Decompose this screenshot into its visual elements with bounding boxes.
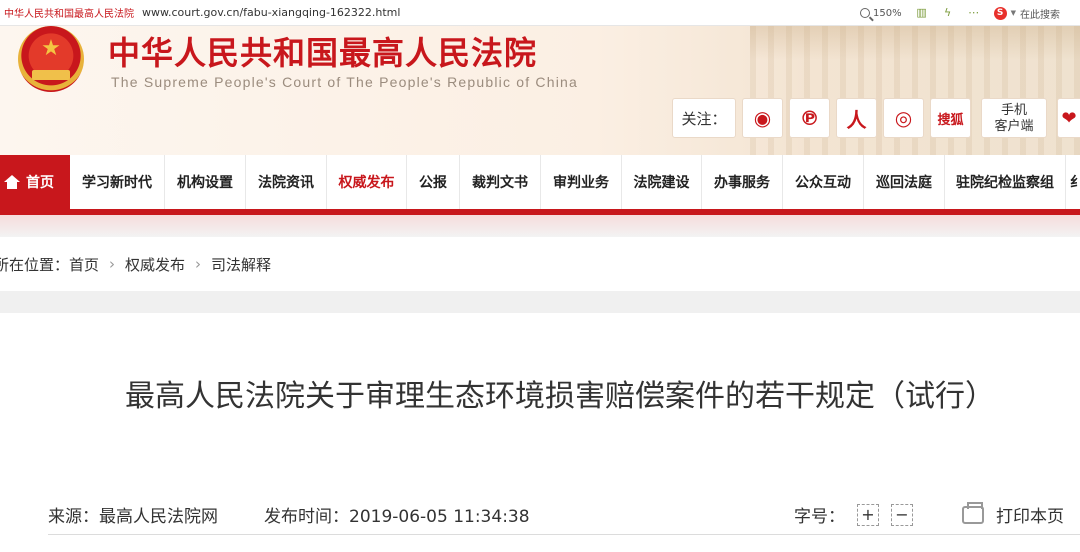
- breadcrumb-releases[interactable]: 权威发布: [125, 254, 185, 275]
- printer-icon: [962, 501, 984, 524]
- nav-shadow: [0, 215, 1080, 237]
- nav-item-gazette[interactable]: 公报: [407, 155, 460, 209]
- nav-item-interaction[interactable]: 公众互动: [783, 155, 864, 209]
- mobile-line1: 手机: [1000, 103, 1027, 118]
- font-size-control: 字号： + −: [794, 502, 913, 527]
- flash-icon[interactable]: ϟ: [942, 7, 954, 19]
- search-engine-icon: S: [993, 6, 1007, 20]
- font-decrease-button[interactable]: −: [891, 503, 913, 526]
- national-emblem-icon: ★: [18, 26, 84, 92]
- renmin-icon[interactable]: 人: [836, 98, 877, 138]
- site-title[interactable]: 中华人民共和国最高人民法院: [108, 28, 537, 74]
- chevron-right-icon: ›: [195, 255, 202, 273]
- site-subtitle: The Supreme People's Court of The People…: [111, 74, 578, 90]
- site-header: ★ 中华人民共和国最高人民法院 The Supreme People's Cou…: [0, 26, 1080, 155]
- star-icon: ★: [41, 36, 61, 61]
- nav-item-news[interactable]: 法院资讯: [246, 155, 327, 209]
- nav-item-services[interactable]: 办事服务: [702, 155, 783, 209]
- nav-item-organization[interactable]: 机构设置: [165, 155, 246, 209]
- breadcrumb-prefix: 所在位置：: [0, 255, 70, 274]
- article-meta: 来源：最高人民法院网 发布时间：2019-06-05 11:34:38 字号： …: [0, 494, 1080, 534]
- mobile-line2: 客户端: [994, 119, 1034, 134]
- tab-title[interactable]: 中华人民共和国最高人民法院: [4, 5, 136, 20]
- pinterest-icon[interactable]: ℗: [789, 98, 830, 138]
- tools-icon[interactable]: ⋯: [968, 7, 980, 19]
- nav-home-label: 首页: [26, 175, 54, 191]
- building-roof: [750, 26, 1080, 60]
- browser-address-bar: 中华人民共和国最高人民法院 www.court.gov.cn/fabu-xian…: [0, 0, 1080, 26]
- emblem-base: [32, 70, 70, 80]
- section-divider: [0, 291, 1080, 313]
- heart-icon[interactable]: ❤: [1057, 98, 1080, 138]
- article-source: 来源：最高人民法院网: [48, 507, 218, 527]
- nav-home[interactable]: 首页: [0, 155, 70, 209]
- nav-item-discipline[interactable]: 驻院纪检监察组: [945, 155, 1066, 209]
- nav-item-trials[interactable]: 审判业务: [541, 155, 622, 209]
- url-field[interactable]: www.court.gov.cn/fabu-xiangqing-162322.h…: [142, 6, 400, 19]
- nav-item-overflow[interactable]: 纟: [1066, 155, 1079, 209]
- sohu-icon[interactable]: 搜狐: [930, 98, 971, 138]
- article-publish-time: 发布时间：2019-06-05 11:34:38: [264, 507, 530, 527]
- home-icon: [4, 175, 20, 189]
- zoom-control[interactable]: 150%: [860, 8, 902, 19]
- chevron-down-icon: ▼: [1010, 9, 1016, 17]
- breadcrumb: 所在位置： 首页 › 权威发布 › 司法解释: [0, 237, 1080, 291]
- font-increase-button[interactable]: +: [857, 503, 879, 526]
- mobile-client-button[interactable]: 手机 客户端: [981, 98, 1047, 138]
- follow-label: 关注：: [672, 98, 736, 138]
- print-label: 打印本页: [996, 507, 1064, 527]
- nav-item-court-building[interactable]: 法院建设: [622, 155, 702, 209]
- article-title: 最高人民法院关于审理生态环境损害赔偿案件的若干规定（试行）: [125, 379, 995, 414]
- main-nav: 首页 学习新时代 机构设置 法院资讯 权威发布 公报 裁判文书 审判业务 法院建…: [0, 155, 1080, 209]
- follow-bar: 关注： ◉ ℗ 人 ◎ 搜狐 手机 客户端 ❤: [672, 98, 1080, 138]
- nav-item-releases[interactable]: 权威发布: [327, 155, 407, 209]
- chevron-right-icon: ›: [109, 255, 116, 273]
- nav-item-study[interactable]: 学习新时代: [70, 155, 165, 209]
- reader-icon[interactable]: ▥: [916, 7, 928, 19]
- zoom-icon: [860, 8, 871, 18]
- search-engine-box[interactable]: S ▼ 在此搜索: [993, 6, 1060, 21]
- nav-item-circuit-courts[interactable]: 巡回法庭: [864, 155, 945, 209]
- search-placeholder: 在此搜索: [1020, 9, 1060, 21]
- browser-toolbar: 150% ▥ ϟ ⋯ S ▼ 在此搜索: [860, 0, 1060, 26]
- meta-divider: [48, 534, 1080, 535]
- zoom-level: 150%: [873, 7, 902, 19]
- breadcrumb-interpretations[interactable]: 司法解释: [211, 254, 271, 275]
- weibo-icon[interactable]: ◉: [742, 98, 783, 138]
- wechat-icon[interactable]: ◎: [883, 98, 924, 138]
- font-size-label: 字号：: [794, 507, 845, 527]
- breadcrumb-home[interactable]: 首页: [69, 254, 99, 275]
- nav-item-judgments[interactable]: 裁判文书: [460, 155, 541, 209]
- print-button[interactable]: 打印本页: [962, 501, 1064, 527]
